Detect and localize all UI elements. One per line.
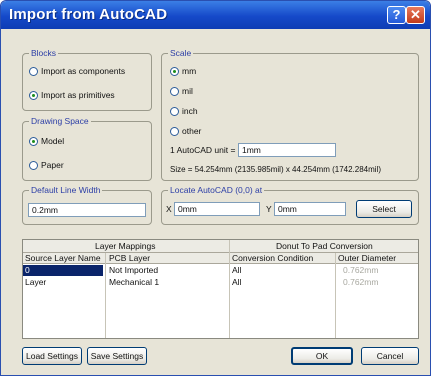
ok-button[interactable]: OK	[291, 347, 353, 365]
size-readout: Size = 54.254mm (2135.985mil) x 44.254mm…	[170, 165, 381, 174]
save-settings-button[interactable]: Save Settings	[87, 347, 147, 365]
radio-model[interactable]: Model	[29, 136, 64, 147]
x-label: X	[166, 204, 172, 214]
radio-paper[interactable]: Paper	[29, 160, 64, 171]
column-header-outer-diameter[interactable]: Outer Diameter	[338, 253, 396, 264]
table-row[interactable]: 0 Not Imported All 0.762mm	[23, 265, 418, 276]
y-label: Y	[266, 204, 272, 214]
radio-circle-icon	[170, 87, 179, 96]
radio-circle-icon	[170, 107, 179, 116]
drawing-space-group: Drawing Space Model Paper	[22, 116, 152, 181]
scale-label: Scale	[168, 48, 194, 58]
conversion-condition-cell[interactable]: All	[232, 265, 241, 276]
radio-other[interactable]: other	[170, 126, 201, 137]
radio-mil[interactable]: mil	[170, 86, 193, 97]
source-layer-cell[interactable]: Layer	[25, 277, 46, 288]
radio-selected-icon	[29, 91, 38, 100]
radio-inch[interactable]: inch	[170, 106, 198, 117]
default-line-width-group: Default Line Width 0.2mm	[22, 185, 152, 225]
pcb-layer-cell[interactable]: Not Imported	[109, 265, 158, 276]
autocad-unit-label: 1 AutoCAD unit =	[170, 145, 236, 155]
column-header-conversion-condition[interactable]: Conversion Condition	[232, 253, 313, 264]
radio-circle-icon	[29, 161, 38, 170]
title-bar[interactable]: Import from AutoCAD ? ✕	[1, 1, 430, 29]
pcb-layer-cell[interactable]: Mechanical 1	[109, 277, 159, 288]
select-button[interactable]: Select	[356, 200, 412, 218]
table-row[interactable]: Layer Mechanical 1 All 0.762mm	[23, 277, 418, 288]
import-dialog: Import from AutoCAD ? ✕ Blocks Import as…	[0, 0, 431, 376]
radio-import-as-components[interactable]: Import as components	[29, 66, 125, 77]
layer-mapping-grid: Layer Mappings Donut To Pad Conversion S…	[22, 239, 419, 339]
window-title: Import from AutoCAD	[9, 6, 168, 23]
column-header-source-layer[interactable]: Source Layer Name	[25, 253, 101, 264]
conversion-condition-cell[interactable]: All	[232, 277, 241, 288]
radio-circle-icon	[170, 127, 179, 136]
donut-conversion-heading: Donut To Pad Conversion	[276, 241, 373, 251]
line-width-input[interactable]: 0.2mm	[28, 203, 146, 217]
load-settings-button[interactable]: Load Settings	[22, 347, 82, 365]
locate-group: Locate AutoCAD (0,0) at X 0mm Y 0mm Sele…	[161, 185, 419, 225]
radio-circle-icon	[29, 67, 38, 76]
close-button[interactable]: ✕	[406, 6, 425, 24]
radio-mm[interactable]: mm	[170, 66, 196, 77]
blocks-group: Blocks Import as components Import as pr…	[22, 48, 152, 111]
outer-diameter-cell[interactable]: 0.762mm	[343, 277, 378, 288]
x-coordinate-input[interactable]: 0mm	[174, 202, 260, 216]
autocad-unit-input[interactable]: 1mm	[238, 143, 336, 157]
layer-mappings-heading: Layer Mappings	[95, 241, 156, 251]
source-layer-cell[interactable]: 0	[23, 265, 103, 276]
column-header-pcb-layer[interactable]: PCB Layer	[109, 253, 150, 264]
drawing-space-label: Drawing Space	[29, 116, 91, 126]
locate-label: Locate AutoCAD (0,0) at	[168, 185, 265, 195]
radio-import-as-primitives[interactable]: Import as primitives	[29, 90, 115, 101]
radio-selected-icon	[170, 67, 179, 76]
radio-selected-icon	[29, 137, 38, 146]
cancel-button[interactable]: Cancel	[361, 347, 419, 365]
y-coordinate-input[interactable]: 0mm	[274, 202, 346, 216]
outer-diameter-cell[interactable]: 0.762mm	[343, 265, 378, 276]
scale-group: Scale mm mil inch other 1 AutoCAD unit =…	[161, 48, 419, 181]
grid-divider	[229, 240, 230, 338]
blocks-label: Blocks	[29, 48, 59, 58]
default-line-width-label: Default Line Width	[29, 185, 103, 195]
help-button[interactable]: ?	[387, 6, 406, 24]
